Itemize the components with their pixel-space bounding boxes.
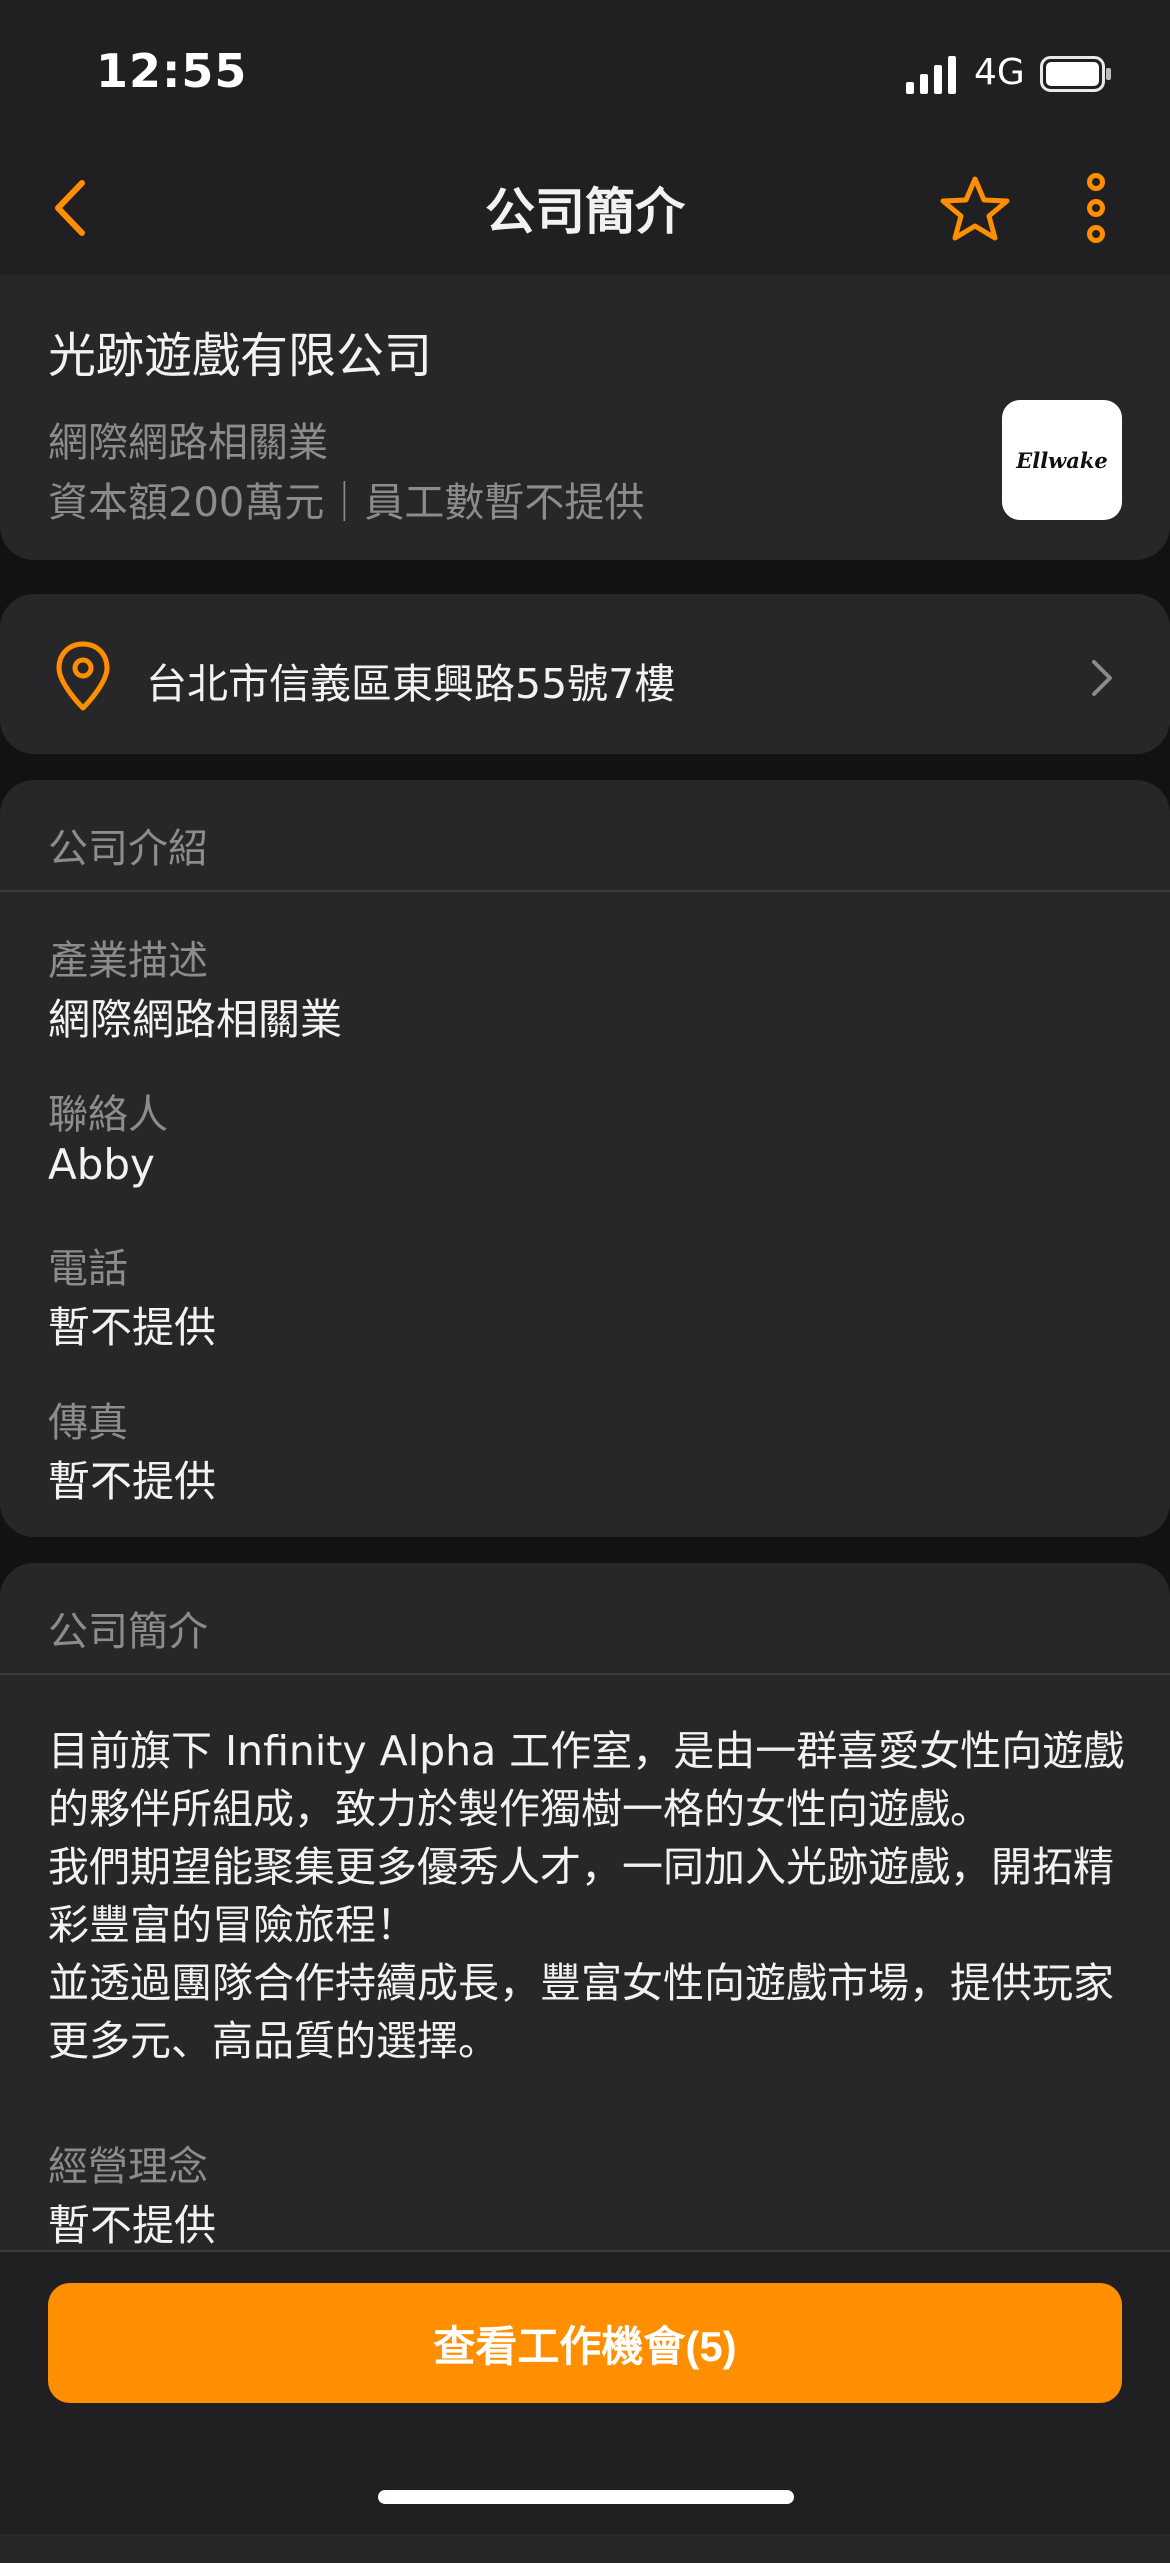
company-name: 光跡遊戲有限公司 xyxy=(48,328,433,384)
company-capital: 資本額200萬元｜員工數暫不提供 xyxy=(48,480,645,526)
network-label: 4G xyxy=(974,52,1025,93)
divider xyxy=(0,1673,1170,1675)
company-industry: 網際網路相關業 xyxy=(48,420,328,466)
intro-section-title: 公司介紹 xyxy=(48,826,208,872)
field-value: 暫不提供 xyxy=(48,1303,217,1352)
field-label: 電話 xyxy=(48,1246,128,1292)
field-label: 聯絡人 xyxy=(48,1092,168,1138)
signal-icon xyxy=(906,56,956,94)
more-vertical-icon[interactable] xyxy=(1076,172,1116,244)
view-jobs-button[interactable]: 查看工作機會(5) xyxy=(48,2283,1122,2403)
field-value: 網際網路相關業 xyxy=(48,995,343,1044)
status-time: 12:55 xyxy=(96,44,248,98)
field-value: Abby xyxy=(48,1140,155,1189)
divider xyxy=(0,890,1170,892)
field-label: 傳真 xyxy=(48,1400,128,1446)
philosophy-value: 暫不提供 xyxy=(48,2201,217,2250)
field-label: 產業描述 xyxy=(48,938,208,984)
location-pin-icon xyxy=(56,641,110,711)
battery-icon xyxy=(1040,56,1111,92)
address-text[interactable]: 台北市信義區東興路55號7樓 xyxy=(146,650,675,710)
star-icon[interactable] xyxy=(940,175,1010,241)
company-logo: Ellwake xyxy=(1002,400,1122,520)
company-logo-text: Ellwake xyxy=(1016,447,1108,473)
field-value: 暫不提供 xyxy=(48,1457,217,1506)
company-intro-card xyxy=(0,780,1170,1537)
profile-description: 目前旗下 Infinity Alpha 工作室，是由一群喜愛女性向遊戲的夥伴所組… xyxy=(48,1727,1125,2065)
home-indicator[interactable] xyxy=(378,2490,794,2504)
chevron-right-icon xyxy=(1092,660,1112,696)
philosophy-label: 經營理念 xyxy=(48,2144,208,2190)
profile-section-title: 公司簡介 xyxy=(48,1609,208,1655)
